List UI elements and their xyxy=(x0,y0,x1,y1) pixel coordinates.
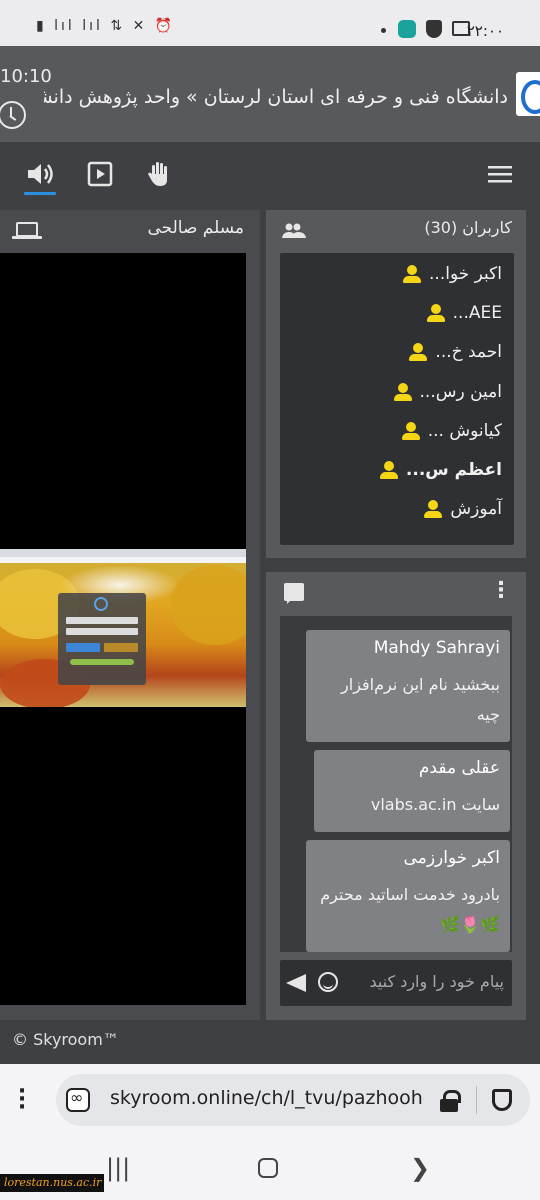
user-name: کیانوش ... xyxy=(427,421,502,441)
user-item[interactable]: AEE... xyxy=(426,300,502,326)
chat-message: اکبر خوارزمی بادرود خدمت اساتید محترم🌿🌷🌿 xyxy=(306,840,510,952)
play-icon xyxy=(87,161,113,187)
status-clock: ۲۲:۰۰ xyxy=(466,22,504,40)
shared-browser-urlbar xyxy=(0,557,246,563)
browser-address-bar: ··· skyroom.online/ch/l_tvu/pazhoohesh xyxy=(0,1064,540,1140)
message-author: عقلی مقدم xyxy=(418,758,500,778)
site-icon[interactable] xyxy=(66,1088,90,1112)
laptop-icon[interactable] xyxy=(12,222,42,239)
chat-panel: ⋮ Mahdy Sahrayi ببخشید نام این نرم‌افزار… xyxy=(266,572,526,1020)
shared-login-dialog xyxy=(58,593,146,685)
privacy-shield-icon[interactable] xyxy=(492,1089,512,1111)
system-nav-bar: ||| ❯ lorestan.nus.ac.ir xyxy=(0,1140,540,1200)
user-name: امین رس... xyxy=(419,382,502,402)
presenter-name: مسلم صالحی xyxy=(147,218,244,238)
user-icon xyxy=(379,461,398,479)
user-item[interactable]: احمد خ... xyxy=(409,339,502,365)
toolbar xyxy=(0,142,540,210)
notification-dot-icon xyxy=(381,28,386,33)
users-panel: کاربران (30) اکبر خوا... AEE... احمد خ..… xyxy=(266,210,526,558)
user-name: AEE... xyxy=(452,303,502,323)
chat-message: Mahdy Sahrayi ببخشید نام این نرم‌افزار چ… xyxy=(306,630,510,742)
home-button[interactable] xyxy=(258,1158,278,1178)
users-count-title: کاربران (30) xyxy=(424,218,512,237)
chat-message: عقلی مقدم سایت vlabs.ac.in xyxy=(314,750,510,832)
users-list[interactable]: اکبر خوا... AEE... احمد خ... امین رس... … xyxy=(280,253,514,545)
university-logo xyxy=(516,72,540,116)
message-text: ببخشید نام این نرم‌افزار چیه xyxy=(341,675,500,724)
users-group-icon xyxy=(282,220,306,244)
user-item[interactable]: اعظم س... xyxy=(379,457,502,483)
status-left-icons: ▮ lıl lıl ⇅ ✕ ⏰ xyxy=(36,18,176,34)
user-icon xyxy=(426,304,445,322)
user-name: آموزش xyxy=(450,499,502,519)
user-item[interactable]: اکبر خوا... xyxy=(403,261,502,287)
user-item[interactable]: امین رس... xyxy=(393,379,502,405)
chat-header: ⋮ xyxy=(266,572,526,616)
browser-menu-icon[interactable]: · · · xyxy=(14,1081,30,1119)
user-icon xyxy=(409,343,428,361)
shared-field xyxy=(66,628,138,635)
send-icon[interactable] xyxy=(286,974,306,992)
url-text[interactable]: skyroom.online/ch/l_tvu/pazhoohesh xyxy=(110,1087,424,1109)
shared-button xyxy=(66,643,100,652)
divider xyxy=(476,1086,477,1114)
footer: © Skyroom™ xyxy=(0,1020,540,1064)
raise-hand-button[interactable] xyxy=(142,156,178,192)
user-item[interactable]: کیانوش ... xyxy=(401,418,502,444)
session-time: 10:10 xyxy=(0,66,52,87)
shared-icons-row xyxy=(70,659,134,665)
chat-input[interactable]: پیام خود را وارد کنید xyxy=(280,960,512,1006)
copyright: © Skyroom™ xyxy=(12,1030,119,1049)
emoji-icon[interactable] xyxy=(318,972,338,992)
shield-icon xyxy=(426,20,442,38)
shared-button xyxy=(104,643,138,652)
chat-input-placeholder: پیام خود را وارد کنید xyxy=(369,972,504,991)
user-icon xyxy=(393,383,412,401)
speaker-button[interactable] xyxy=(22,156,58,192)
shared-browser-tabs xyxy=(0,549,246,557)
users-header: کاربران (30) xyxy=(266,210,526,252)
user-name: اکبر خوا... xyxy=(429,264,502,284)
menu-button[interactable] xyxy=(482,156,518,192)
shield-check-icon xyxy=(398,20,416,38)
video-panel: مسلم صالحی xyxy=(0,210,260,1020)
back-button[interactable]: ❯ xyxy=(410,1154,430,1182)
play-button[interactable] xyxy=(82,156,118,192)
status-bar: ▮ lıl lıl ⇅ ✕ ⏰ ۲۲:۰۰ xyxy=(0,0,540,46)
message-text: سایت vlabs.ac.in xyxy=(370,795,500,814)
user-icon xyxy=(401,422,420,440)
message-author: Mahdy Sahrayi xyxy=(373,638,500,658)
clock-icon xyxy=(0,101,26,129)
video-screen[interactable] xyxy=(0,253,246,1005)
message-author: اکبر خوارزمی xyxy=(403,848,500,868)
speaker-icon xyxy=(28,164,53,184)
video-header: مسلم صالحی xyxy=(0,210,260,252)
recents-button[interactable]: ||| xyxy=(106,1154,130,1182)
chat-icon xyxy=(284,583,304,604)
shared-field xyxy=(66,617,138,624)
autumn-tree xyxy=(170,565,246,645)
user-name: احمد خ... xyxy=(435,342,502,362)
active-tab-indicator xyxy=(24,192,56,195)
user-icon xyxy=(424,500,443,518)
user-item[interactable]: آموزش xyxy=(424,496,502,522)
watermark: lorestan.nus.ac.ir xyxy=(0,1174,104,1192)
shared-logo-icon xyxy=(94,597,108,611)
more-options-icon[interactable]: ⋮ xyxy=(490,580,512,602)
url-box[interactable]: skyroom.online/ch/l_tvu/pazhoohesh xyxy=(56,1074,530,1126)
message-text: بادرود خدمت اساتید محترم🌿🌷🌿 xyxy=(320,885,500,934)
page-title: دانشگاه فنی و حرفه ای استان لرستان » واح… xyxy=(44,86,508,108)
hamburger-menu-icon xyxy=(488,166,512,183)
hand-icon xyxy=(148,162,167,186)
app-header: 10:10 دانشگاه فنی و حرفه ای استان لرستان… xyxy=(0,46,540,142)
chat-messages[interactable]: Mahdy Sahrayi ببخشید نام این نرم‌افزار چ… xyxy=(280,616,512,952)
user-icon xyxy=(403,265,422,283)
lock-icon[interactable] xyxy=(440,1090,461,1112)
screen-share-thumbnail xyxy=(0,549,246,707)
user-name: اعظم س... xyxy=(405,460,502,480)
